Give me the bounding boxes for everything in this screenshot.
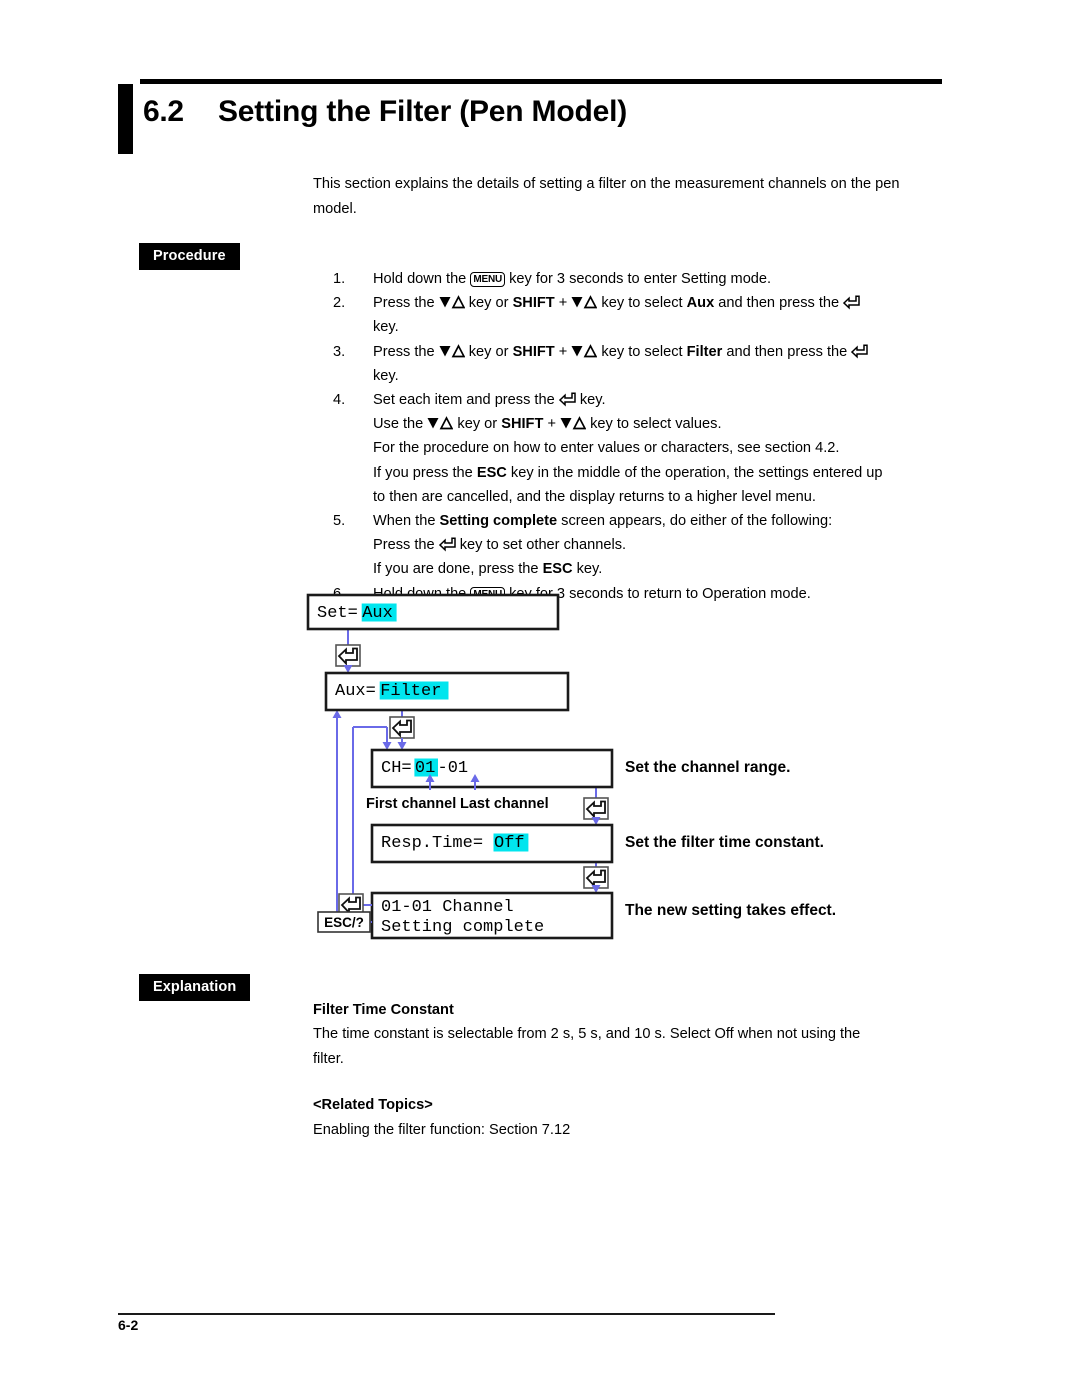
emphasis-text: SHIFT [501, 416, 544, 433]
explanation-heading: Filter Time Constant [313, 1002, 454, 1018]
menu-flow-diagram: Set= Aux Aux= Filter CH= 01 -01 First channel La… [300, 590, 940, 950]
caption-set-time-constant: Set the filter time constant. [625, 834, 824, 851]
step-number: 4. [333, 392, 346, 409]
step-subline-3: If you press the ESC key in the middle o… [373, 464, 883, 481]
screen-ch-range-text-seg-1: 01 [415, 759, 435, 778]
step-number: 2. [333, 295, 346, 312]
step-subline-1: Press the key to set other channels. [373, 537, 627, 554]
procedure-step-3: 3. Press the key or SHIFT + key to select… [333, 340, 943, 388]
label-last-channel: Last channel [460, 796, 549, 812]
step-number: 1. [333, 271, 346, 287]
page-title: Setting the Filter (Pen Model) [218, 95, 628, 128]
enter-key-icon [438, 537, 456, 552]
caption-takes-effect: The new setting takes effect. [625, 902, 836, 919]
step-text: When the Setting complete screen appears… [373, 513, 833, 530]
explanation-spacer [313, 1071, 938, 1093]
esc-button-label: ESC/? [324, 915, 364, 930]
emphasis-text: ESC [476, 464, 507, 481]
step-subline-4: to then are cancelled, and the display r… [373, 488, 816, 505]
down-up-triangle-icon [427, 416, 454, 430]
page-number: 6-2 [118, 1317, 139, 1333]
step-subline-1: Use the key or SHIFT + key to select val… [373, 416, 722, 433]
emphasis-text: Filter [686, 343, 723, 360]
emphasis-text: ESC [542, 561, 573, 578]
screen-ch-range-text-seg-2: -01 [438, 759, 469, 778]
heading-accent-bar [118, 84, 133, 154]
step-continuation: key. [373, 367, 399, 384]
screen-complete-line1-seg-0: 01-01 Channel [381, 898, 514, 917]
menu-key-icon: MENU [470, 272, 506, 287]
explanation-line-2: filter. [313, 1050, 344, 1067]
step-continuation: key. [373, 319, 399, 336]
enter-key-icon [851, 344, 869, 359]
procedure-tag: Procedure [139, 243, 240, 270]
screen-ch-range-text-seg-0: CH= [381, 759, 412, 778]
step-number: 5. [333, 513, 346, 530]
enter-button-3[interactable] [583, 797, 609, 820]
screen-resp-time-text-seg-0: Resp.Time= [381, 834, 483, 853]
label-first-channel: First channel [366, 796, 456, 812]
section-number: 6.2 [143, 95, 184, 128]
procedure-step-4: 4. Set each item and press the key. Use th… [333, 388, 943, 509]
screen-complete-line2-seg-0: Setting complete [381, 918, 544, 937]
step-text: Set each item and press the key. [373, 392, 606, 409]
emphasis-text: SHIFT [512, 343, 555, 360]
step-subline-2: If you are done, press the ESC key. [373, 561, 603, 578]
down-up-triangle-icon [560, 416, 587, 430]
emphasis-text: Setting complete [439, 513, 558, 530]
step-number: 3. [333, 343, 346, 360]
enter-button-2[interactable] [389, 716, 415, 739]
screen-aux-filter-text-seg-0: Aux= [335, 682, 376, 701]
down-up-triangle-icon [439, 343, 465, 357]
screen-set-aux-text-seg-1: Aux [362, 604, 393, 623]
step-text: Press the key or SHIFT + key to select F… [373, 340, 943, 364]
caption-set-channel-range: Set the channel range. [625, 759, 790, 776]
procedure-step-5: 5. When the Setting complete screen appea… [333, 509, 943, 582]
procedure-step-2: 2. Press the key or SHIFT + key to select… [333, 291, 943, 339]
procedure-step-1: 1. Hold down the MENU key for 3 seconds t… [333, 267, 943, 291]
procedure-list: 1. Hold down the MENU key for 3 seconds t… [333, 267, 943, 606]
enter-key-icon [558, 392, 576, 407]
related-topics-line: Enabling the filter function: Section 7.… [313, 1121, 571, 1138]
screen-set-aux-text-seg-0: Set= [317, 604, 358, 623]
down-up-triangle-icon [439, 295, 465, 309]
enter-button-1[interactable] [335, 644, 361, 667]
footer-rule [118, 1313, 775, 1315]
explanation-line-1: The time constant is selectable from 2 s… [313, 1026, 861, 1043]
screen-resp-time-text-seg-1: Off [494, 834, 525, 853]
down-up-triangle-icon [571, 295, 598, 309]
emphasis-text: Aux [686, 295, 715, 312]
enter-button-4[interactable] [583, 866, 609, 889]
heading-top-rule [140, 79, 942, 84]
screen-aux-filter-text-seg-1: Filter [380, 682, 441, 701]
step-text: Hold down the MENU key for 3 seconds to … [373, 271, 772, 287]
explanation-tag: Explanation [139, 974, 251, 1001]
explanation-body: Filter Time Constant The time constant i… [313, 998, 938, 1142]
esc-button[interactable]: ESC/? [317, 911, 371, 933]
emphasis-text: SHIFT [512, 295, 555, 312]
intro-paragraph: This section explains the details of set… [313, 176, 900, 217]
down-up-triangle-icon [571, 343, 598, 357]
enter-key-icon [843, 295, 860, 310]
step-text: Press the key or SHIFT + key to select A… [373, 291, 943, 315]
related-topics-heading: <Related Topics> [313, 1097, 433, 1114]
step-subline-2: For the procedure on how to enter values… [373, 440, 840, 457]
